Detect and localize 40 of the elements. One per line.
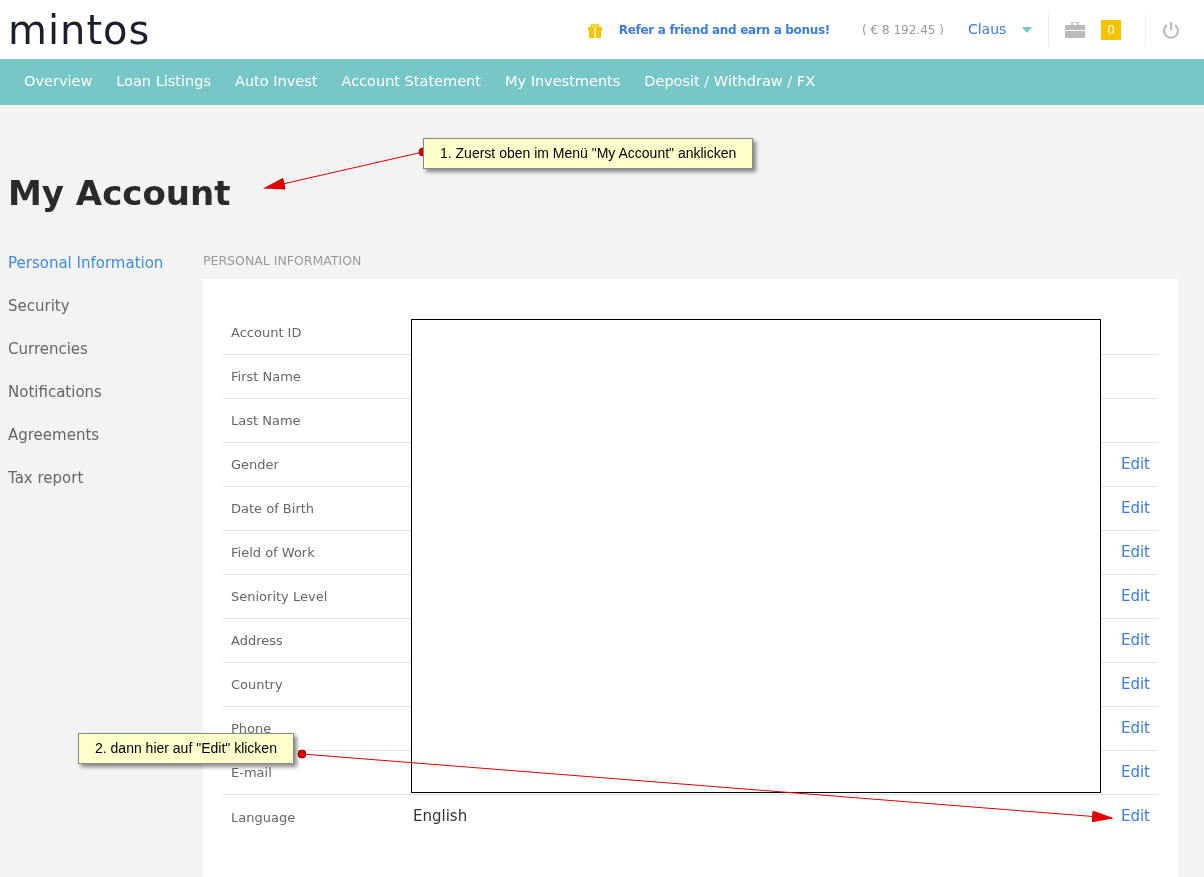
gift-icon — [586, 21, 603, 38]
edit-link[interactable]: Edit — [1120, 716, 1150, 740]
sidebar-item[interactable]: Notifications — [8, 380, 203, 424]
field-label: Address — [231, 633, 283, 649]
user-menu[interactable]: Claus — [967, 19, 1007, 40]
field-label: Country — [231, 677, 283, 693]
field-value: English — [413, 806, 468, 828]
field-label: Date of Birth — [231, 501, 315, 517]
callout-note: 1. Zuerst oben im Menü "My Account" anklicken — [423, 138, 754, 169]
callout-note: 2. dann hier auf "Edit" klicken — [78, 733, 294, 764]
edit-link[interactable]: Edit — [1120, 760, 1150, 784]
field-label: Last Name — [231, 413, 301, 429]
field-label: Language — [231, 809, 296, 825]
sidebar-item[interactable]: Personal Information — [8, 251, 203, 295]
section-title: PERSONAL INFORMATION — [203, 251, 363, 270]
logo[interactable]: mintos — [8, 9, 151, 50]
edit-link[interactable]: Edit — [1120, 628, 1150, 652]
sidebar-item[interactable]: Agreements — [8, 423, 203, 467]
balance: ( € 8 192.45 ) — [862, 21, 944, 39]
sidebar-item[interactable]: Security — [8, 294, 203, 338]
edit-link[interactable]: Edit — [1120, 452, 1150, 476]
field-label: First Name — [231, 369, 301, 385]
caret-icon — [1022, 26, 1033, 33]
edit-link[interactable]: Edit — [1120, 496, 1150, 520]
field-label: Gender — [231, 457, 279, 473]
edit-link[interactable]: Edit — [1120, 672, 1150, 696]
edit-link[interactable]: Edit — [1120, 540, 1150, 564]
field-label: Account ID — [231, 325, 302, 341]
power-icon[interactable] — [1162, 20, 1180, 39]
referral-link[interactable]: Refer a friend and earn a bonus! — [618, 20, 831, 39]
field-label: E-mail — [231, 765, 272, 781]
edit-link[interactable]: Edit — [1120, 805, 1150, 828]
field-label: Field of Work — [231, 545, 315, 561]
page-title: My Account — [8, 173, 232, 214]
briefcase-icon[interactable] — [1065, 21, 1086, 38]
edit-link[interactable]: Edit — [1120, 584, 1150, 608]
sidebar-item[interactable]: Tax report — [8, 466, 203, 510]
field-label: Seniority Level — [231, 589, 328, 605]
sidebar-item[interactable]: Currencies — [8, 337, 203, 381]
notification-badge: 0 — [1101, 19, 1121, 40]
